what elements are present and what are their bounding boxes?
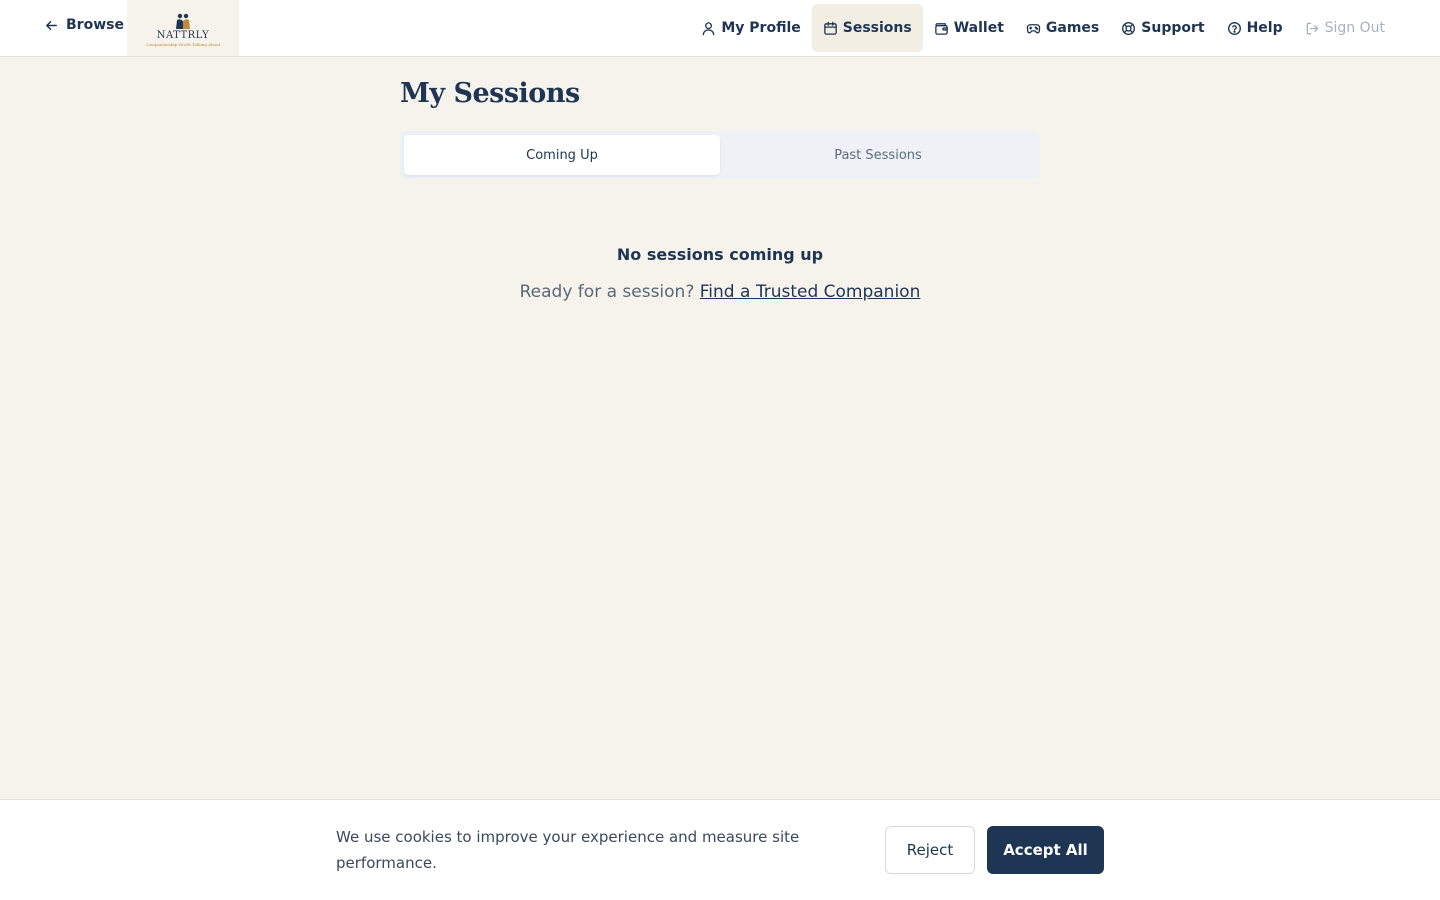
empty-state-title: No sessions coming up <box>616 245 824 264</box>
lifebuoy-icon <box>1122 21 1136 35</box>
cookie-banner: We use cookies to improve your experienc… <box>0 799 1440 900</box>
logo-wordmark: NATTRLY <box>156 29 210 41</box>
empty-state-prompt: Ready for a session? <box>519 282 695 302</box>
nav-sessions[interactable]: Sessions <box>811 4 923 52</box>
calendar-icon <box>823 21 837 35</box>
logo-figures-icon <box>176 13 190 29</box>
user-icon <box>703 21 715 35</box>
accept-all-cookies-button[interactable]: Accept All <box>987 826 1104 874</box>
help-circle-icon <box>1227 21 1241 35</box>
nav-wallet[interactable]: Wallet <box>923 4 1015 52</box>
main-nav: My Profile Sessions Wallet Games Support… <box>690 4 1396 52</box>
wallet-icon <box>934 22 948 35</box>
nav-games-label: Games <box>1045 20 1100 36</box>
brand-logo[interactable]: NATTRLY Companionship Worth Talking Abou… <box>127 0 239 56</box>
nav-sign-out-label: Sign Out <box>1324 20 1385 36</box>
empty-state-message: Ready for a session? Find a Trusted Comp… <box>360 282 1080 302</box>
cookie-message: We use cookies to improve your experienc… <box>336 828 800 872</box>
page-title: My Sessions <box>400 78 580 109</box>
nav-my-profile[interactable]: My Profile <box>690 4 811 52</box>
logo-tagline: Companionship Worth Talking About <box>145 41 221 47</box>
nav-sessions-label: Sessions <box>842 20 912 36</box>
find-companion-link[interactable]: Find a Trusted Companion <box>700 282 921 302</box>
nav-games[interactable]: Games <box>1015 4 1110 52</box>
nav-support[interactable]: Support <box>1110 4 1215 52</box>
nav-help-label: Help <box>1246 20 1283 36</box>
nav-support-label: Support <box>1141 20 1205 36</box>
nav-sign-out[interactable]: Sign Out <box>1294 4 1396 52</box>
gamepad-icon <box>1026 23 1041 33</box>
nav-wallet-label: Wallet <box>953 20 1004 36</box>
sessions-tabs: Coming Up Past Sessions <box>400 131 1040 179</box>
reject-cookies-button[interactable]: Reject <box>885 826 975 874</box>
top-header: Browse NATTRLY Companionship Worth Talki… <box>0 0 1440 57</box>
tab-past-sessions[interactable]: Past Sessions <box>720 135 1036 175</box>
browse-label: Browse <box>66 17 124 33</box>
tab-coming-up[interactable]: Coming Up <box>404 135 720 175</box>
sign-out-icon <box>1306 22 1318 34</box>
arrow-left-icon <box>46 20 57 30</box>
nav-help[interactable]: Help <box>1216 4 1294 52</box>
nav-my-profile-label: My Profile <box>721 20 801 36</box>
browse-back-link[interactable]: Browse <box>44 17 124 33</box>
